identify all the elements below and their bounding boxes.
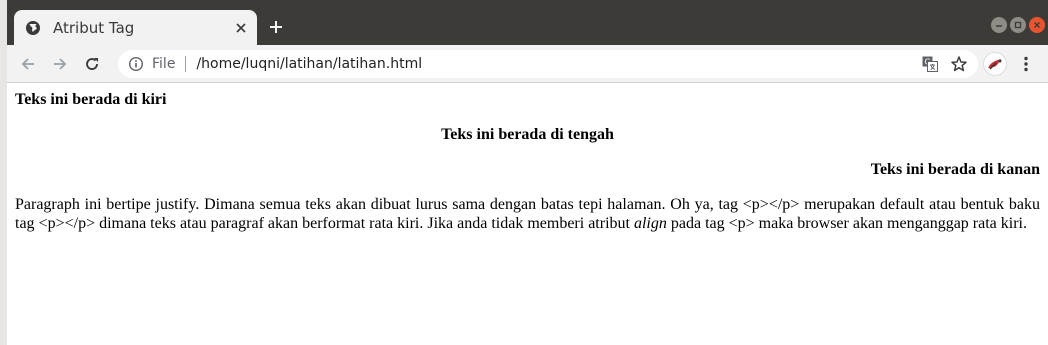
plus-icon[interactable] <box>266 17 286 37</box>
reload-icon[interactable] <box>81 53 103 75</box>
tab-bar: Atribut Tag <box>7 0 1048 45</box>
browser-window: Atribut Tag File /home/luqni/latihan/lat… <box>7 0 1048 345</box>
window-close-button[interactable] <box>1029 17 1045 33</box>
url-text[interactable]: /home/luqni/latihan/latihan.html <box>196 56 422 72</box>
maximize-button[interactable] <box>1010 17 1026 33</box>
arrow-left-icon[interactable] <box>17 53 39 75</box>
info-icon[interactable] <box>128 56 144 72</box>
globe-icon <box>26 20 40 35</box>
star-icon[interactable] <box>950 55 968 73</box>
paragraph-right: Teks ini berada di kanan <box>870 161 1040 178</box>
paragraph-center: Teks ini berada di tengah <box>441 126 614 143</box>
url-scheme-label: File <box>152 56 176 72</box>
page-content: Teks ini berada di kiri Teks ini berada … <box>7 83 1048 345</box>
profile-avatar[interactable] <box>983 52 1007 76</box>
align-keyword: align <box>633 215 667 232</box>
justify-text-part2: pada tag <p> maka browser akan mengangga… <box>666 215 1027 232</box>
paragraph-left: Teks ini berada di kiri <box>15 91 167 108</box>
minimize-button[interactable] <box>991 17 1007 33</box>
address-bar[interactable]: File /home/luqni/latihan/latihan.html G <box>118 50 978 78</box>
close-icon[interactable] <box>233 20 249 36</box>
active-tab[interactable]: Atribut Tag <box>14 10 257 45</box>
kebab-menu-icon[interactable] <box>1017 54 1035 74</box>
browser-toolbar: File /home/luqni/latihan/latihan.html G <box>7 45 1048 83</box>
tab-title: Atribut Tag <box>53 18 135 37</box>
translate-icon[interactable]: G <box>922 56 938 72</box>
divider <box>185 56 187 72</box>
paragraph-justify: Paragraph ini bertipe justify. Dimana se… <box>15 195 1040 233</box>
arrow-right-icon[interactable] <box>49 53 71 75</box>
